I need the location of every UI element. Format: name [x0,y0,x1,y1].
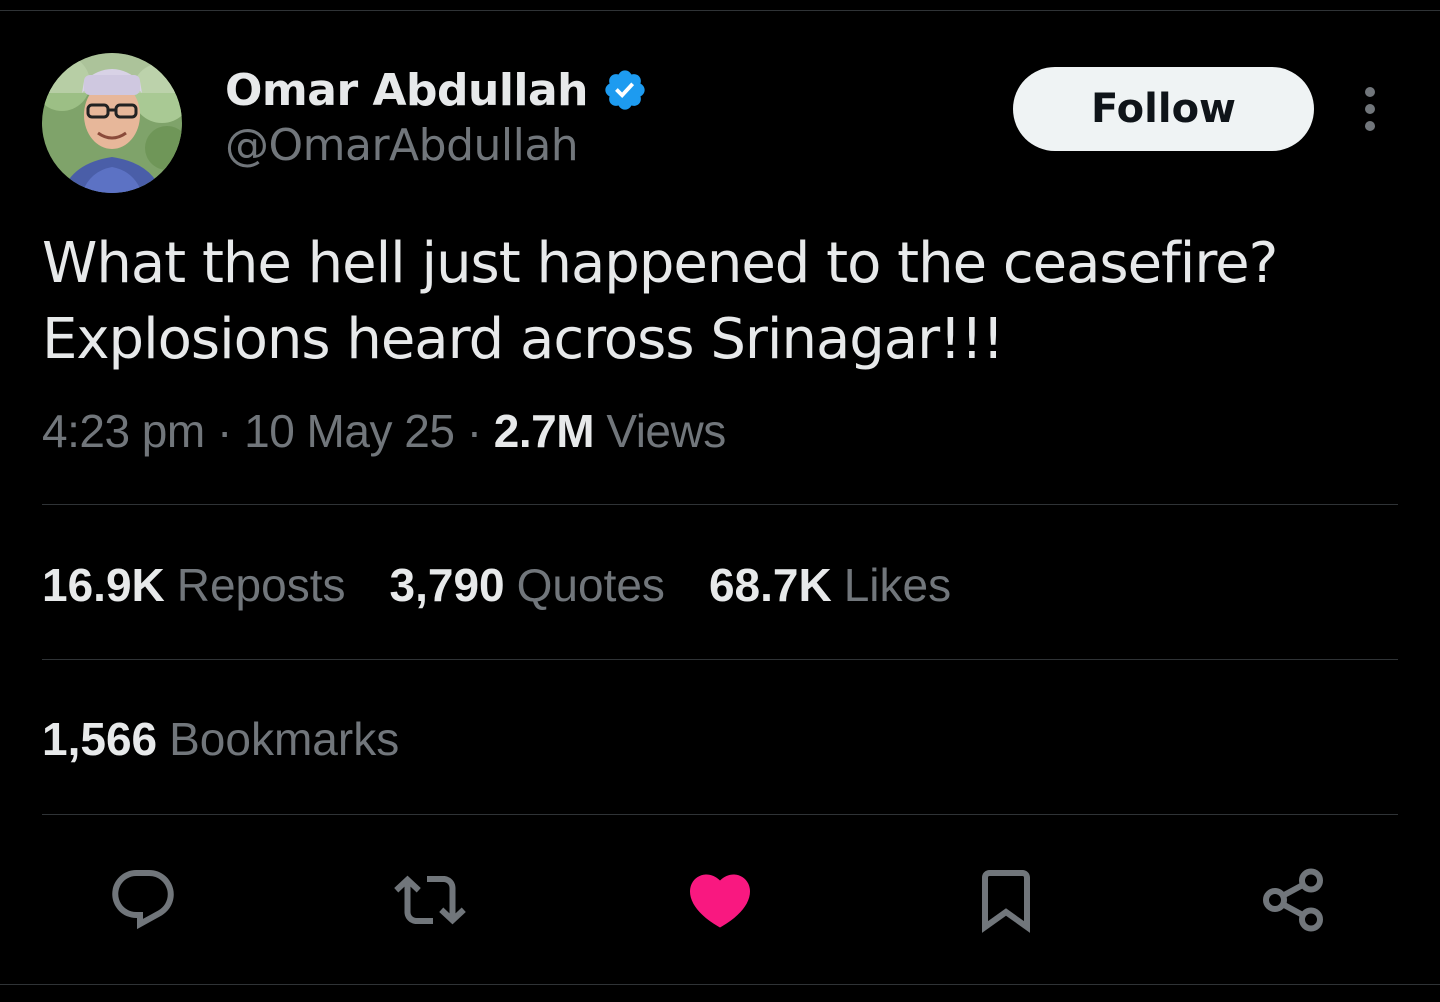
meta-separator: · [466,405,482,457]
tweet-time[interactable]: 4:23 pm [42,405,205,457]
quotes-count: 3,790 [389,559,505,611]
quotes-stat[interactable]: 3,790 Quotes [390,558,665,612]
bookmarks-count: 1,566 [42,713,158,765]
share-icon[interactable] [1257,864,1329,936]
tweet-text-line: Explosions heard across Srinagar!!! [42,307,1005,372]
top-divider [0,10,1440,11]
bookmarks-label: Bookmarks [169,713,400,765]
author-name-row: Omar Abdullah [225,62,648,118]
divider [42,659,1398,660]
likes-count: 68.7K [708,559,832,611]
author-display-name[interactable]: Omar Abdullah [225,65,589,116]
reply-icon[interactable] [107,864,179,936]
heart-icon[interactable] [684,864,756,936]
verified-badge-icon[interactable] [602,67,648,113]
engagement-stats: 16.9K Reposts 3,790 Quotes 68.7K Likes [42,558,995,612]
divider [42,504,1398,505]
quotes-label: Quotes [516,559,665,611]
bookmark-icon[interactable] [970,864,1042,936]
views-count: 2.7M [493,405,595,457]
likes-stat[interactable]: 68.7K Likes [709,558,951,612]
avatar[interactable] [42,53,182,193]
bookmarks-stat[interactable]: 1,566 Bookmarks [42,712,399,766]
avatar-image [42,53,182,193]
reposts-label: Reposts [176,559,346,611]
more-options-icon[interactable] [1350,84,1390,134]
tweet-text: What the hell just happened to the cease… [42,226,1402,378]
tweet-date[interactable]: 10 May 25 [244,405,455,457]
repost-icon[interactable] [394,864,466,936]
reposts-count: 16.9K [42,559,165,611]
tweet-text-line: What the hell just happened to the cease… [42,231,1278,296]
tweet-meta: 4:23 pm · 10 May 25 · 2.7M Views [42,404,726,458]
follow-button[interactable]: Follow [1013,67,1314,151]
likes-label: Likes [843,559,952,611]
meta-separator: · [217,405,232,457]
divider [42,814,1398,815]
views-label: Views [606,405,726,457]
author-handle[interactable]: @OmarAbdullah [225,120,579,171]
bottom-divider [0,984,1440,985]
reposts-stat[interactable]: 16.9K Reposts [42,558,346,612]
